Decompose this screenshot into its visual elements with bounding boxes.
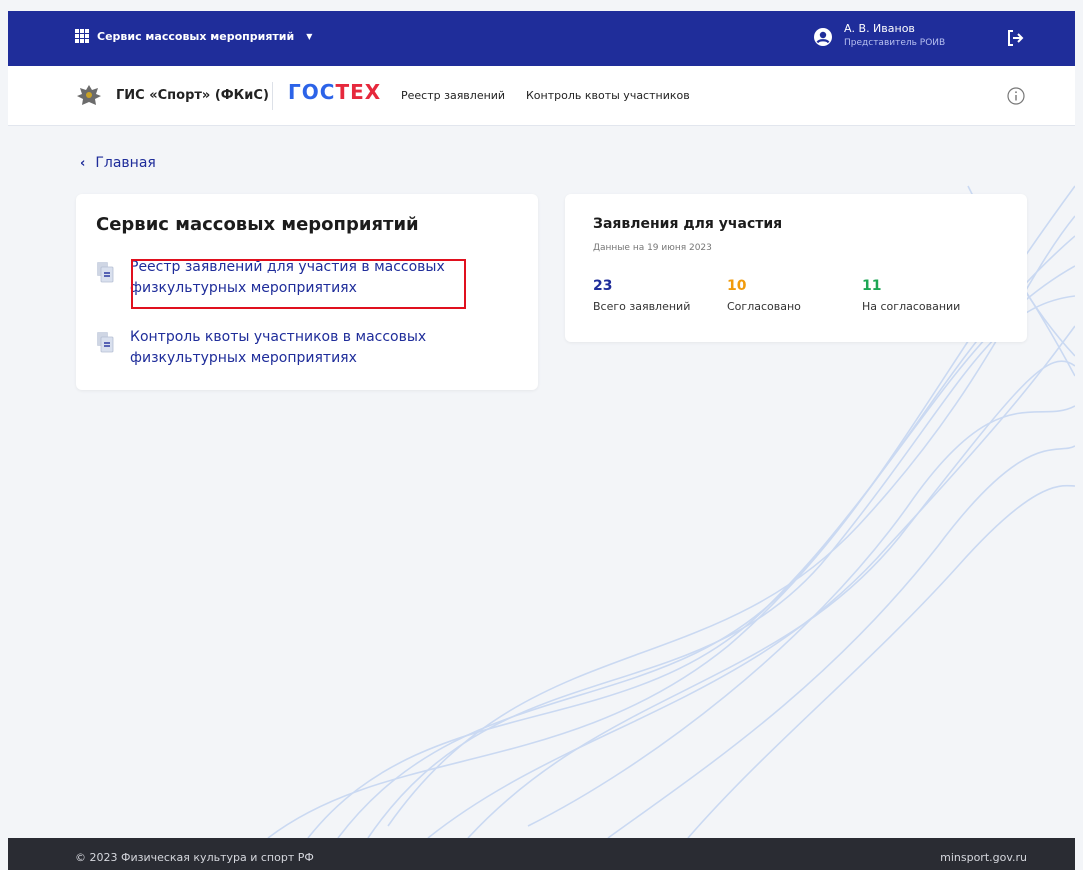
chevron-left-icon: ‹ (80, 155, 86, 171)
footer-copyright: © 2023 Физическая культура и спорт РФ (75, 851, 314, 864)
service-switcher-label: Сервис массовых мероприятий (97, 29, 295, 43)
breadcrumb-label: Главная (95, 155, 156, 171)
quota-control-link-label[interactable]: Контроль квоты участников в массовых физ… (130, 327, 450, 369)
stat-approved-label: Согласовано (727, 300, 801, 313)
nav-link-registry[interactable]: Реестр заявлений (401, 89, 505, 102)
emblem-logo-icon (77, 85, 101, 105)
stat-total-label: Всего заявлений (593, 300, 691, 313)
stats-card-title: Заявления для участия (593, 216, 783, 232)
footer-site-link[interactable]: minsport.gov.ru (940, 851, 1027, 864)
logout-icon[interactable] (1004, 27, 1026, 49)
stat-approved: 10 Согласовано (727, 278, 801, 313)
stat-approved-value: 10 (727, 278, 747, 294)
user-role: Представитель РОИВ (844, 38, 946, 48)
document-icon (97, 332, 114, 353)
chevron-down-icon: ▼ (306, 31, 313, 41)
breadcrumb-back[interactable]: ‹ Главная (80, 155, 156, 171)
nav-bar: ГИС «Спорт» (ФКиС) ГОСТЕХ Реестр заявлен… (8, 66, 1075, 126)
stat-pending-label: На согласовании (862, 300, 961, 313)
document-icon (97, 262, 114, 283)
gis-title[interactable]: ГИС «Спорт» (ФКиС) (116, 88, 269, 103)
highlight-box (131, 259, 466, 309)
stat-pending: 11 На согласовании (862, 278, 960, 313)
stats-card-subtitle: Данные на 19 июня 2023 (593, 243, 712, 253)
apps-grid-icon (75, 29, 89, 43)
stats-card: Заявления для участия Данные на 19 июня … (565, 194, 1027, 342)
nav-link-quota-control[interactable]: Контроль квоты участников (526, 89, 690, 102)
service-switcher[interactable]: Сервис массовых мероприятий ▼ (75, 29, 312, 43)
footer: © 2023 Физическая культура и спорт РФ mi… (8, 838, 1075, 870)
user-avatar-icon[interactable] (814, 28, 832, 46)
stat-pending-value: 11 (862, 278, 882, 294)
user-name[interactable]: А. В. Иванов (844, 22, 915, 35)
service-card-title: Сервис массовых мероприятий (96, 214, 419, 235)
stat-total: 23 Всего заявлений (593, 278, 690, 313)
stat-total-value: 23 (593, 278, 613, 294)
quota-control-link[interactable]: Контроль квоты участников в массовых физ… (96, 327, 450, 369)
info-icon[interactable] (1006, 86, 1026, 106)
top-bar: Сервис массовых мероприятий ▼ А. В. Иван… (8, 11, 1075, 66)
gostech-logo: ГОСТЕХ (288, 80, 382, 104)
divider (272, 82, 273, 110)
